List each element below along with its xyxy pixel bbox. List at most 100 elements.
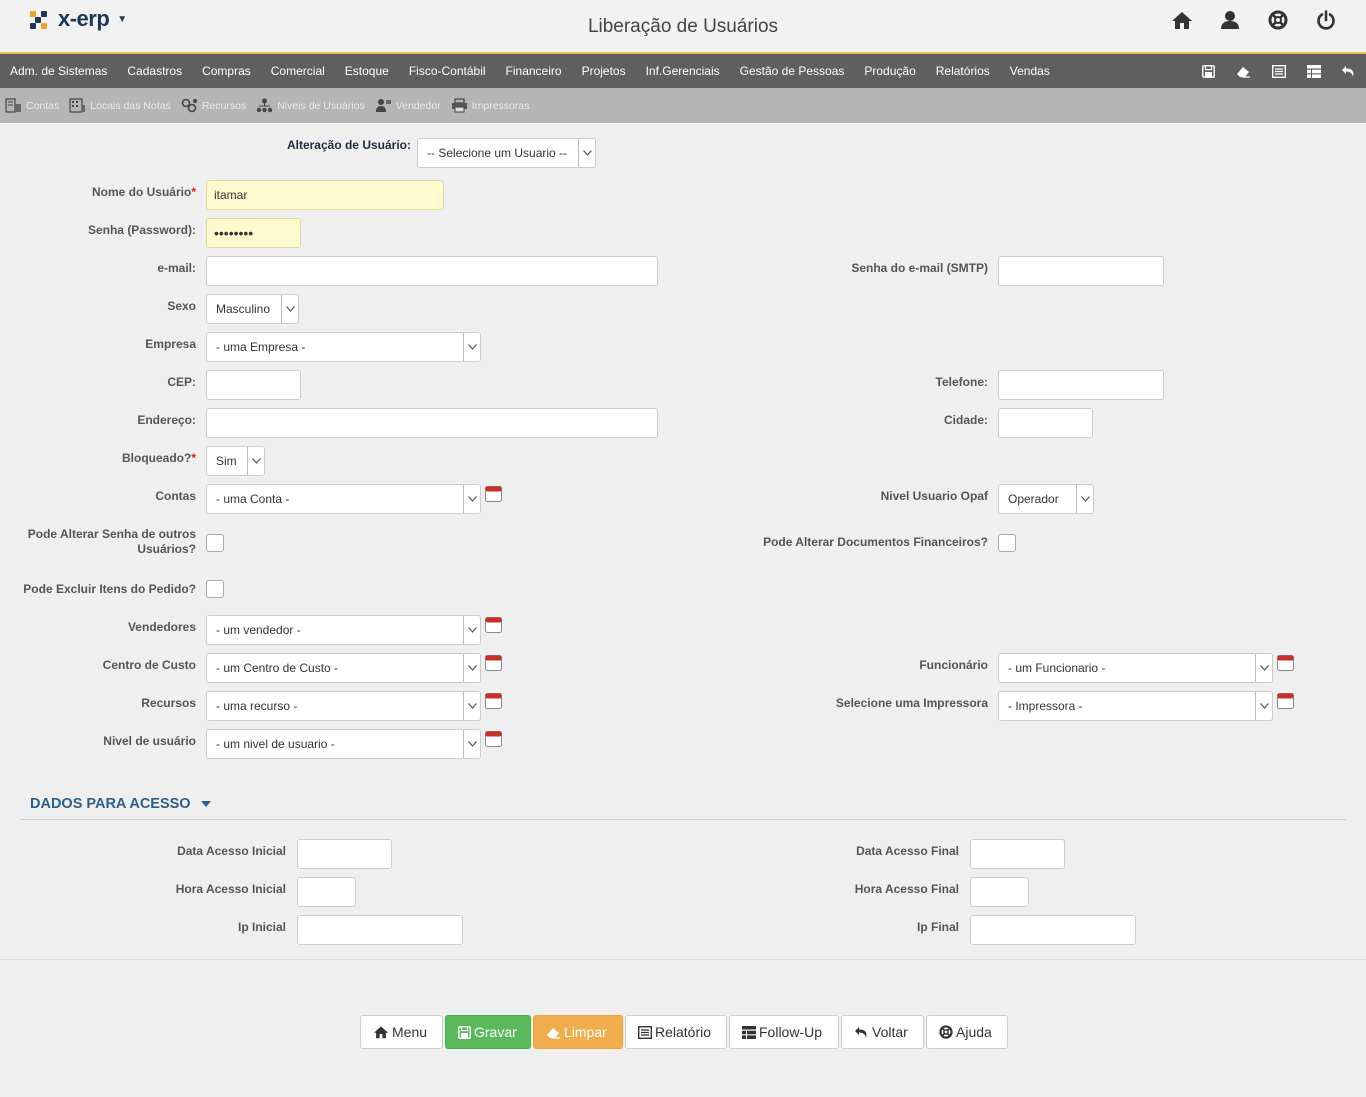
subnav-label: Vendedor [395,99,441,112]
calendar-icon[interactable] [485,654,502,671]
sexo-value: Masculino [216,302,271,316]
followup-button[interactable]: Follow-Up [729,1015,839,1049]
subnav-item-recursos[interactable]: Recursos [181,98,246,113]
subnav-item-locais-notas[interactable]: Locais das Notas [69,98,171,113]
relatorio-button[interactable]: Relatório [625,1015,727,1049]
impressora-select[interactable]: - Impressora - [998,691,1273,721]
subnav-label: Locais das Notas [90,99,171,112]
nav-item-financeiro[interactable]: Financeiro [506,64,562,78]
data-acesso-inicial-input[interactable] [297,839,392,869]
hora-acesso-final-input[interactable] [970,877,1029,907]
data-acesso-final-input[interactable] [970,839,1065,869]
calendar-icon[interactable] [485,485,502,502]
report-icon[interactable] [1269,62,1288,81]
subnav-item-impressoras[interactable]: Impressoras [451,98,530,113]
lifebuoy-icon[interactable] [1264,8,1292,32]
cep-input[interactable] [206,370,301,400]
chevron-down-icon [1255,654,1272,682]
calendar-icon[interactable] [1277,692,1294,709]
nav-item-inf-gerenciais[interactable]: Inf.Gerenciais [646,64,720,78]
ip-final-label: Ip Final [917,920,959,934]
funcionario-value: - um Funcionario - [1008,661,1106,675]
calendar-icon[interactable] [485,730,502,747]
menu-button[interactable]: Menu [360,1015,443,1049]
alteracao-usuario-select[interactable]: -- Selecione um Usuario -- [417,138,596,168]
chevron-down-icon [463,730,480,758]
limpar-button[interactable]: Limpar [533,1015,623,1049]
save-icon[interactable] [1199,62,1218,81]
senha-email-input[interactable] [998,256,1164,286]
nav-item-fisco-contabil[interactable]: Fisco-Contábil [409,64,486,78]
pode-alterar-docs-label: Pode Alterar Documentos Financeiros? [763,535,988,549]
nav-item-projetos[interactable]: Projetos [582,64,626,78]
ip-inicial-input[interactable] [297,915,463,945]
table-icon[interactable] [1304,62,1323,81]
chevron-down-icon [463,333,480,361]
data-acesso-final-label: Data Acesso Final [856,844,959,858]
pode-alterar-docs-checkbox[interactable] [998,534,1016,552]
calendar-icon[interactable] [485,616,502,633]
subnav-label: Impressoras [471,99,530,112]
user-icon[interactable] [1216,8,1244,32]
bloqueado-select[interactable]: Sim [206,446,265,476]
home-icon[interactable] [1168,8,1196,32]
contas-select[interactable]: - uma Conta - [206,484,481,514]
nav-item-estoque[interactable]: Estoque [345,64,389,78]
centro-custo-select[interactable]: - um Centro de Custo - [206,653,481,683]
subnav-label: Niveis de Usuários [277,99,365,112]
recursos-value: - uma recurso - [216,699,298,713]
sexo-select[interactable]: Masculino [206,294,299,324]
dados-acesso-toggle[interactable]: DADOS PARA ACESSO [30,796,211,812]
subnav-item-contas[interactable]: Contas [5,98,59,113]
nome-usuario-input[interactable]: itamar [206,180,444,210]
calendar-icon[interactable] [485,692,502,709]
centro-custo-label: Centro de Custo [102,658,196,672]
endereco-input[interactable] [206,408,658,438]
chevron-down-icon [578,139,595,167]
nav-item-producao[interactable]: Produção [864,64,915,78]
pode-excluir-label: Pode Excluir Itens do Pedido? [23,582,196,596]
calendar-icon[interactable] [1277,654,1294,671]
nav-item-relatorios[interactable]: Relatórios [936,64,990,78]
accounts-icon [5,98,21,113]
senha-input[interactable]: •••••••• [206,218,301,248]
impressora-label: Selecione uma Impressora [835,696,988,710]
nav-item-vendas[interactable]: Vendas [1010,64,1050,78]
nav-item-gestao-pessoas[interactable]: Gestão de Pessoas [740,64,845,78]
hierarchy-icon [256,98,273,113]
nav-item-compras[interactable]: Compras [202,64,251,78]
nav-item-adm-sistemas[interactable]: Adm. de Sistemas [10,64,107,78]
alteracao-usuario-label: Alteração de Usuário: [286,138,411,152]
subnav-item-vendedor[interactable]: Vendedor [375,98,441,113]
section-title: DADOS PARA ACESSO [30,796,191,812]
subnav-item-niveis-usuarios[interactable]: Niveis de Usuários [256,98,365,113]
back-icon[interactable] [1339,62,1358,81]
ip-final-input[interactable] [970,915,1136,945]
data-acesso-inicial-label: Data Acesso Inicial [177,844,286,858]
nav-item-comercial[interactable]: Comercial [271,64,325,78]
eraser-icon[interactable] [1234,62,1253,81]
ajuda-button[interactable]: Ajuda [926,1015,1008,1049]
email-input[interactable] [206,256,658,286]
subnav-label: Contas [26,99,60,112]
empresa-select[interactable]: - uma Empresa - [206,332,481,362]
funcionario-label: Funcionário [919,658,988,672]
nav-item-cadastros[interactable]: Cadastros [127,64,182,78]
cidade-input[interactable] [998,408,1093,438]
pode-excluir-checkbox[interactable] [206,580,224,598]
gears-icon [181,98,197,113]
recursos-select[interactable]: - uma recurso - [206,691,481,721]
power-icon[interactable] [1312,8,1340,32]
action-button-bar: Menu Gravar Limpar Relatório Follow-Up V… [360,1015,1008,1049]
funcionario-select[interactable]: - um Funcionario - [998,653,1273,683]
nivel-usuario-select[interactable]: - um nivel de usuario - [206,729,481,759]
hora-acesso-inicial-input[interactable] [297,877,356,907]
vendedores-select[interactable]: - um vendedor - [206,615,481,645]
telefone-input[interactable] [998,370,1164,400]
voltar-button[interactable]: Voltar [841,1015,924,1049]
email-label: e-mail: [157,261,196,275]
subnav-label: Recursos [201,99,247,112]
gravar-button[interactable]: Gravar [445,1015,531,1049]
nivel-opaf-select[interactable]: Operador [998,484,1094,514]
pode-alterar-senha-checkbox[interactable] [206,534,224,552]
